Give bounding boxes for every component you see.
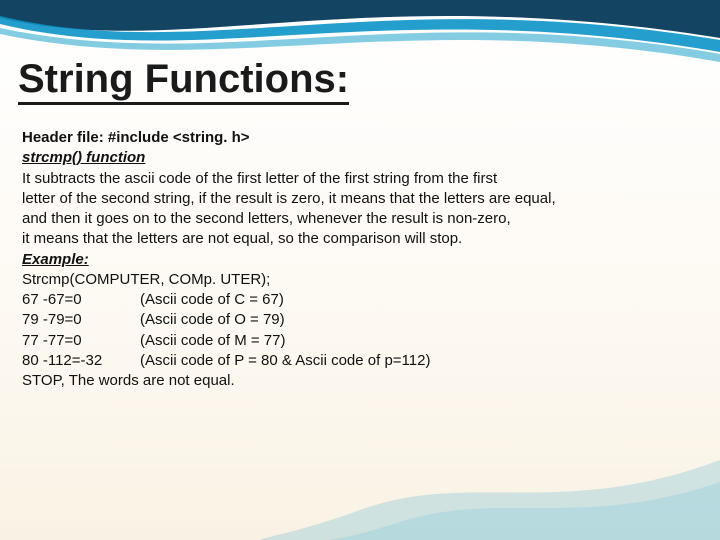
example-call: Strcmp(COMPUTER, COMp. UTER);: [22, 270, 698, 290]
calc-row: 80 -112=-32(Ascii code of P = 80 & Ascii…: [22, 351, 698, 371]
calc-row: 67 -67=0(Ascii code of C = 67): [22, 290, 698, 310]
calc-row: 77 -77=0(Ascii code of M = 77): [22, 331, 698, 351]
slide-body: Header file: #include <string. h> strcmp…: [22, 128, 698, 391]
paragraph-line: it means that the letters are not equal,…: [22, 229, 698, 249]
header-file-line: Header file: #include <string. h>: [22, 128, 698, 148]
paragraph-line: and then it goes on to the second letter…: [22, 209, 698, 229]
slide: String Functions: Header file: #include …: [0, 0, 720, 540]
paragraph-line: It subtracts the ascii code of the first…: [22, 169, 698, 189]
paragraph-line: letter of the second string, if the resu…: [22, 189, 698, 209]
slide-title: String Functions:: [18, 58, 349, 105]
example-heading: Example:: [22, 250, 698, 270]
function-name: strcmp() function: [22, 148, 698, 168]
calc-row: 79 -79=0(Ascii code of O = 79): [22, 310, 698, 330]
decorative-swoosh-bottom: [0, 420, 720, 540]
stop-line: STOP, The words are not equal.: [22, 371, 698, 391]
